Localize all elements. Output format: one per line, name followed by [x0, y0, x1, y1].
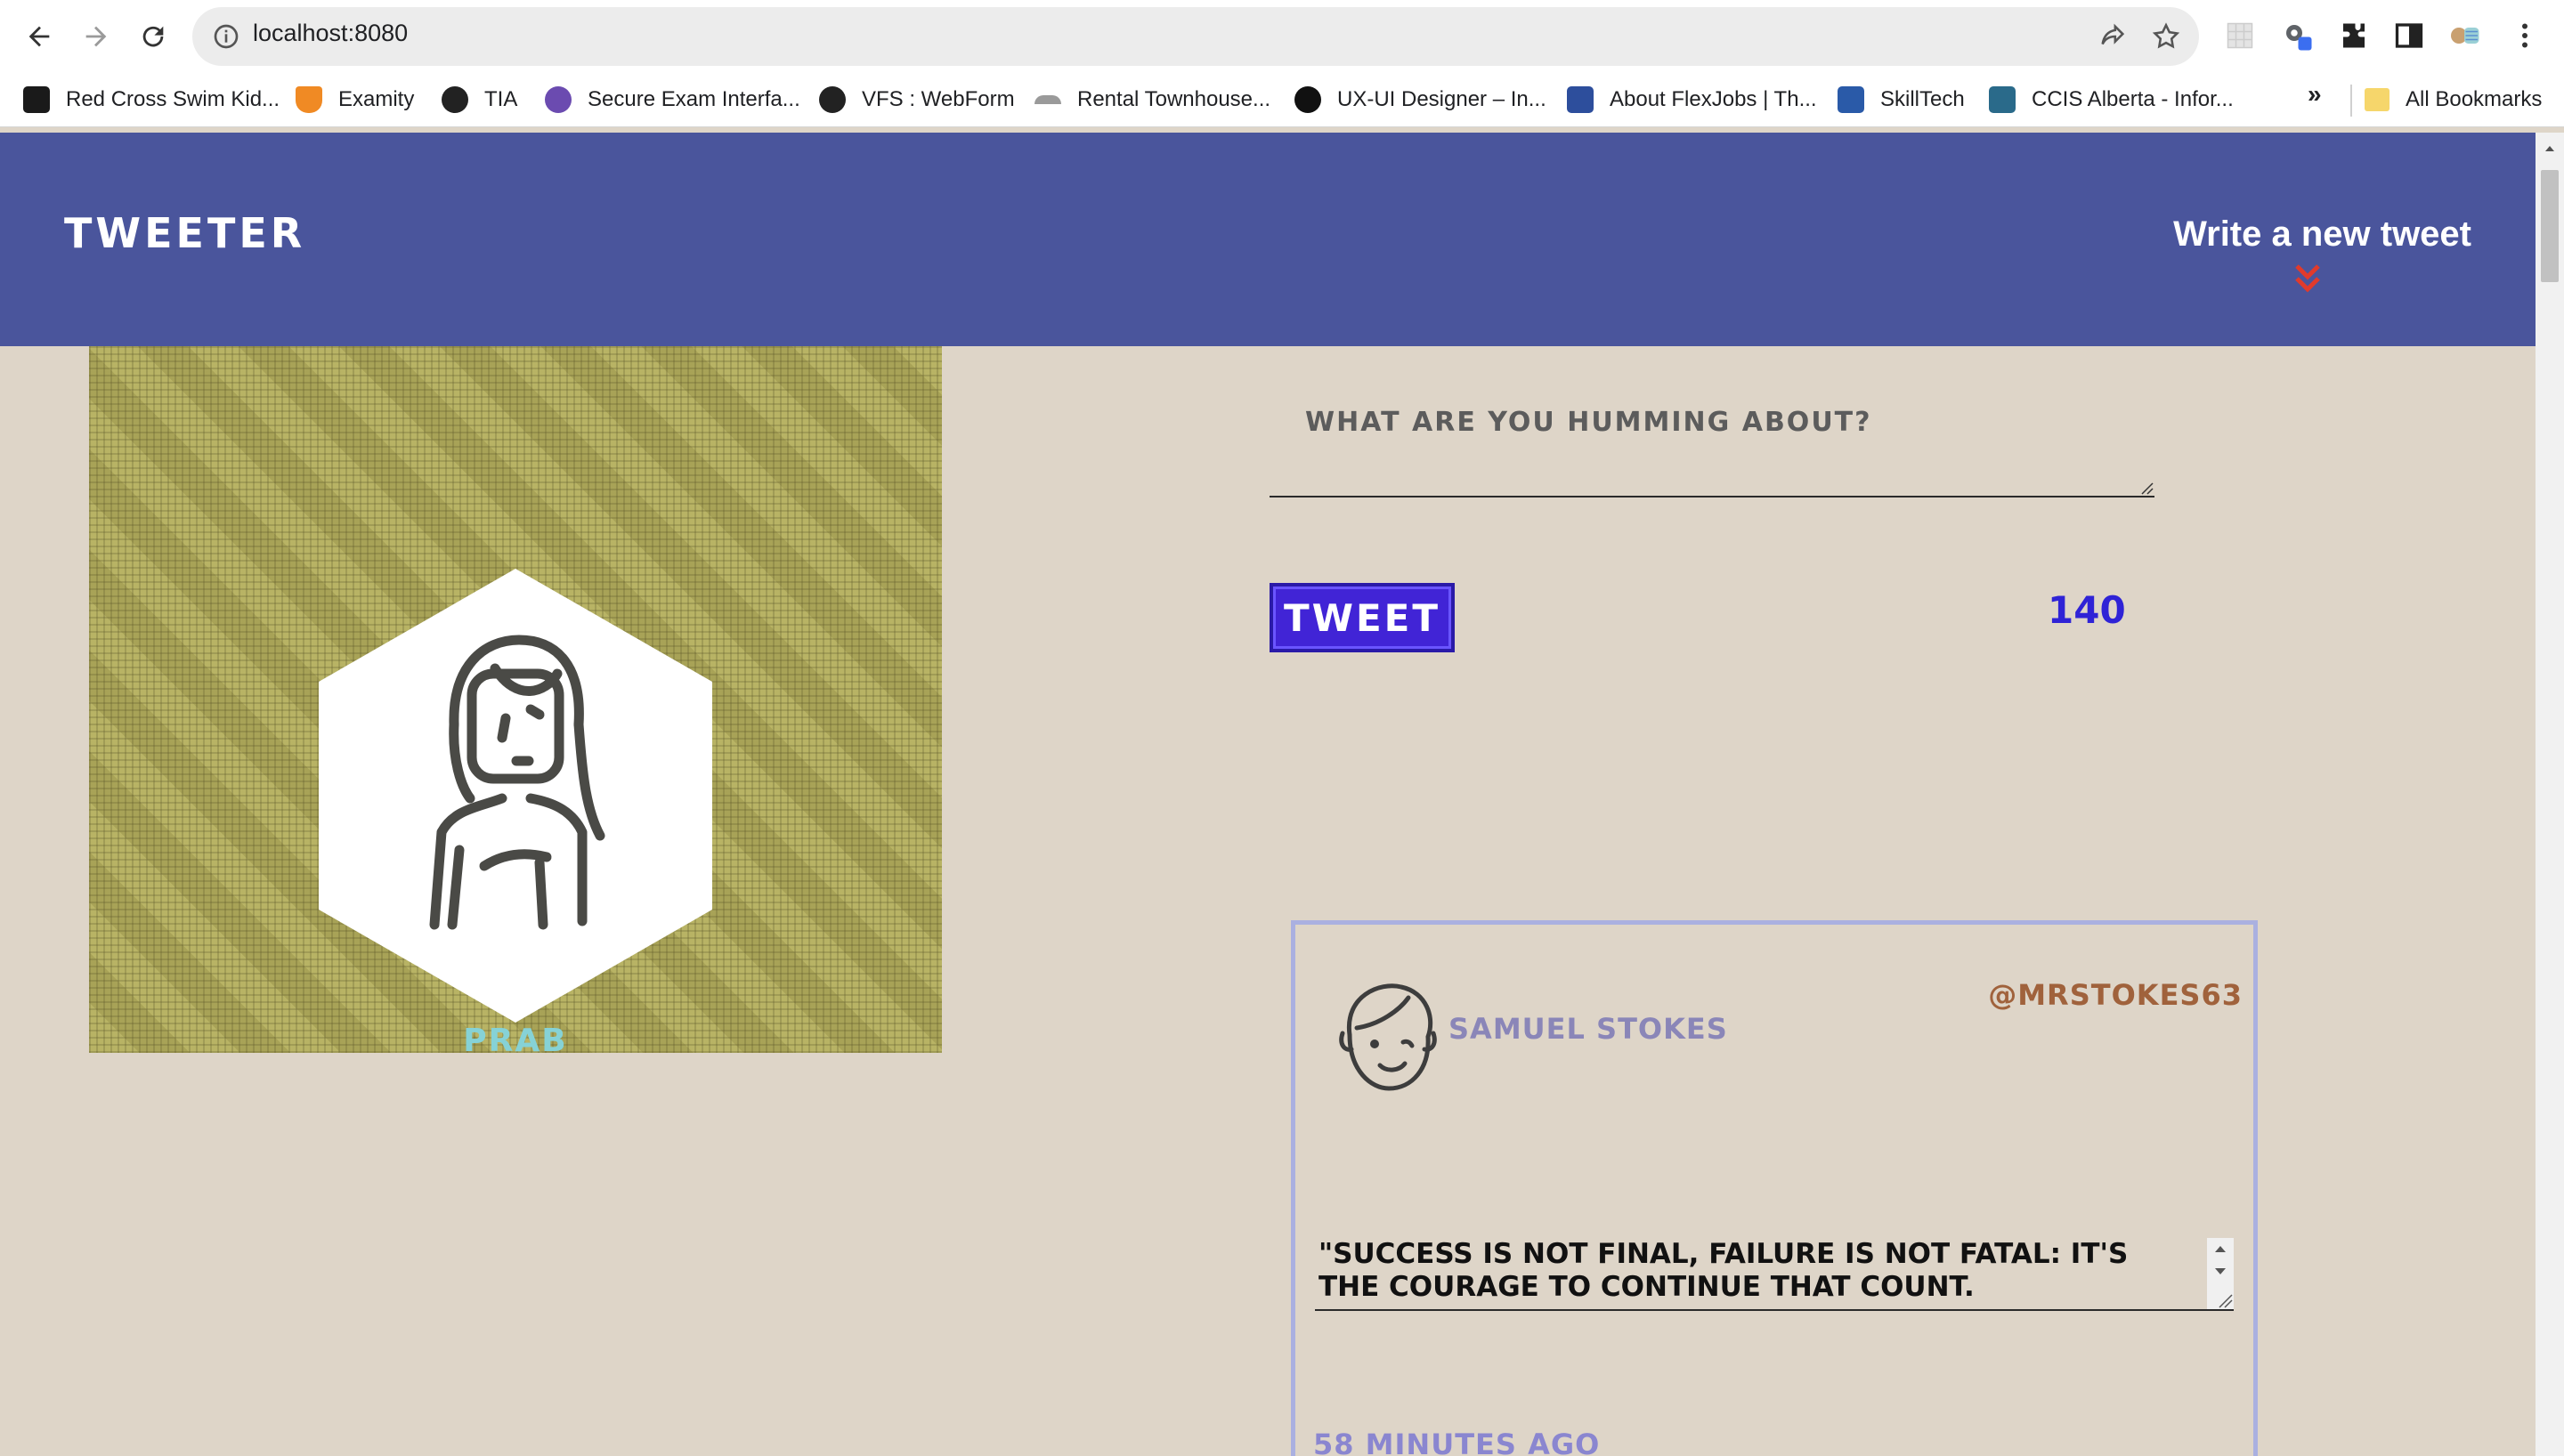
share-icon[interactable]	[2097, 21, 2128, 52]
app-header: Tweeter Write a new tweet	[0, 133, 2536, 346]
profile-avatar-icon[interactable]	[2446, 18, 2482, 53]
bookmark-label: SkillTech	[1880, 87, 1965, 111]
arrow-right-icon	[85, 26, 107, 47]
write-new-tweet-link[interactable]: Write a new tweet	[2173, 214, 2471, 255]
address-bar[interactable]: localhost:8080	[192, 7, 2199, 66]
folder-icon	[2365, 88, 2390, 111]
extensions-puzzle-icon[interactable]	[2336, 18, 2372, 53]
url-text[interactable]: localhost:8080	[253, 20, 408, 47]
bookmark-skilltech[interactable]: SkillTech	[1838, 84, 1965, 116]
tweet-content: "Success is not final, failure is not fa…	[1315, 1238, 2234, 1311]
side-panel-icon[interactable]	[2391, 18, 2427, 53]
tweet-author-name: Samuel Stokes	[1448, 1012, 1728, 1046]
tweet-button[interactable]: Tweet	[1270, 583, 1455, 652]
rental-favicon-icon	[1035, 95, 1061, 104]
scroll-thumb[interactable]	[2541, 170, 2559, 282]
tweet-text: "Success is not final, failure is not fa…	[1319, 1238, 2129, 1303]
more-bookmarks-button[interactable]: »	[2308, 80, 2322, 109]
scroll-up-icon[interactable]	[2543, 142, 2557, 156]
ccis-favicon-icon	[1989, 86, 2016, 113]
bookmark-red-cross[interactable]: Red Cross Swim Kid...	[23, 84, 280, 116]
flexjobs-favicon-icon	[1567, 86, 1594, 113]
compose-tweet-form: Tweet 140	[1270, 382, 2154, 677]
bookmark-vfs[interactable]: VFS : WebForm	[819, 84, 1015, 116]
bookmark-label: Rental Townhouse...	[1077, 87, 1271, 111]
bookmark-flexjobs[interactable]: About FlexJobs | Th...	[1567, 84, 1817, 116]
bookmark-tia[interactable]: TIA	[442, 84, 517, 116]
globe-icon	[819, 86, 846, 113]
bookmark-ccis[interactable]: CCIS Alberta - Infor...	[1989, 84, 2234, 116]
user-avatar-icon	[1339, 983, 1437, 1091]
secure-exam-favicon-icon	[545, 86, 572, 113]
reload-icon	[142, 26, 164, 47]
back-button[interactable]	[18, 15, 61, 58]
extension-grid-icon[interactable]	[2222, 18, 2258, 53]
examity-shield-icon	[296, 86, 322, 113]
ux-ui-favicon-icon	[1294, 86, 1321, 113]
reload-button[interactable]	[132, 15, 174, 58]
bookmark-label: UX-UI Designer – In...	[1337, 87, 1546, 111]
profile-avatar	[319, 569, 712, 1023]
page-scrollbar[interactable]	[2536, 133, 2564, 1456]
bookmark-ux-ui[interactable]: UX-UI Designer – In...	[1294, 84, 1546, 116]
bookmark-label: Examity	[338, 87, 415, 111]
tweet-card: Samuel Stokes @MrStokes63 "Success is no…	[1291, 920, 2258, 1456]
resize-grip-icon[interactable]	[2138, 480, 2154, 496]
bookmark-label: TIA	[484, 87, 518, 111]
skilltech-favicon-icon	[1838, 86, 1864, 113]
browser-toolbar: localhost:8080	[0, 0, 2564, 73]
tweet-timestamp: 58 minutes ago	[1313, 1428, 1601, 1456]
bookmark-examity[interactable]: Examity	[296, 84, 414, 116]
info-icon[interactable]	[212, 22, 240, 51]
character-counter: 140	[2048, 588, 2126, 632]
brand-logo[interactable]: Tweeter	[64, 209, 305, 257]
tweet-author-handle: @MrStokes63	[1988, 978, 2243, 1012]
bookmark-star-icon[interactable]	[2151, 21, 2181, 52]
bookmark-label: All Bookmarks	[2406, 87, 2543, 111]
arrow-left-icon	[28, 26, 50, 47]
bookmark-label: About FlexJobs | Th...	[1610, 87, 1817, 111]
bookmark-label: CCIS Alberta - Infor...	[2032, 87, 2234, 111]
bookmark-label: Secure Exam Interfa...	[588, 87, 800, 111]
menu-kebab-icon[interactable]	[2507, 18, 2543, 53]
globe-icon	[442, 86, 468, 113]
red-cross-favicon-icon	[23, 86, 50, 113]
tweet-input[interactable]	[1270, 382, 2154, 497]
bookmarks-divider	[2350, 85, 2352, 117]
forward-button[interactable]	[75, 15, 118, 58]
double-chevron-down-icon[interactable]	[2290, 261, 2325, 296]
bookmark-secure-exam[interactable]: Secure Exam Interfa...	[545, 84, 800, 116]
extension-settings-icon[interactable]	[2279, 18, 2315, 53]
all-bookmarks[interactable]: All Bookmarks	[2365, 84, 2542, 116]
tweet-text-scrollbar[interactable]	[2207, 1238, 2234, 1309]
bookmark-label: VFS : WebForm	[862, 87, 1015, 111]
profile-name: Prab	[463, 1023, 568, 1059]
profile-card: Prab	[89, 346, 942, 1059]
bookmark-label: Red Cross Swim Kid...	[66, 87, 280, 111]
page-viewport: Tweeter Write a new tweet	[0, 133, 2536, 1456]
bookmark-rental[interactable]: Rental Townhouse...	[1035, 84, 1270, 116]
bookmarks-bar: Red Cross Swim Kid... Examity TIA Secure…	[0, 73, 2564, 127]
